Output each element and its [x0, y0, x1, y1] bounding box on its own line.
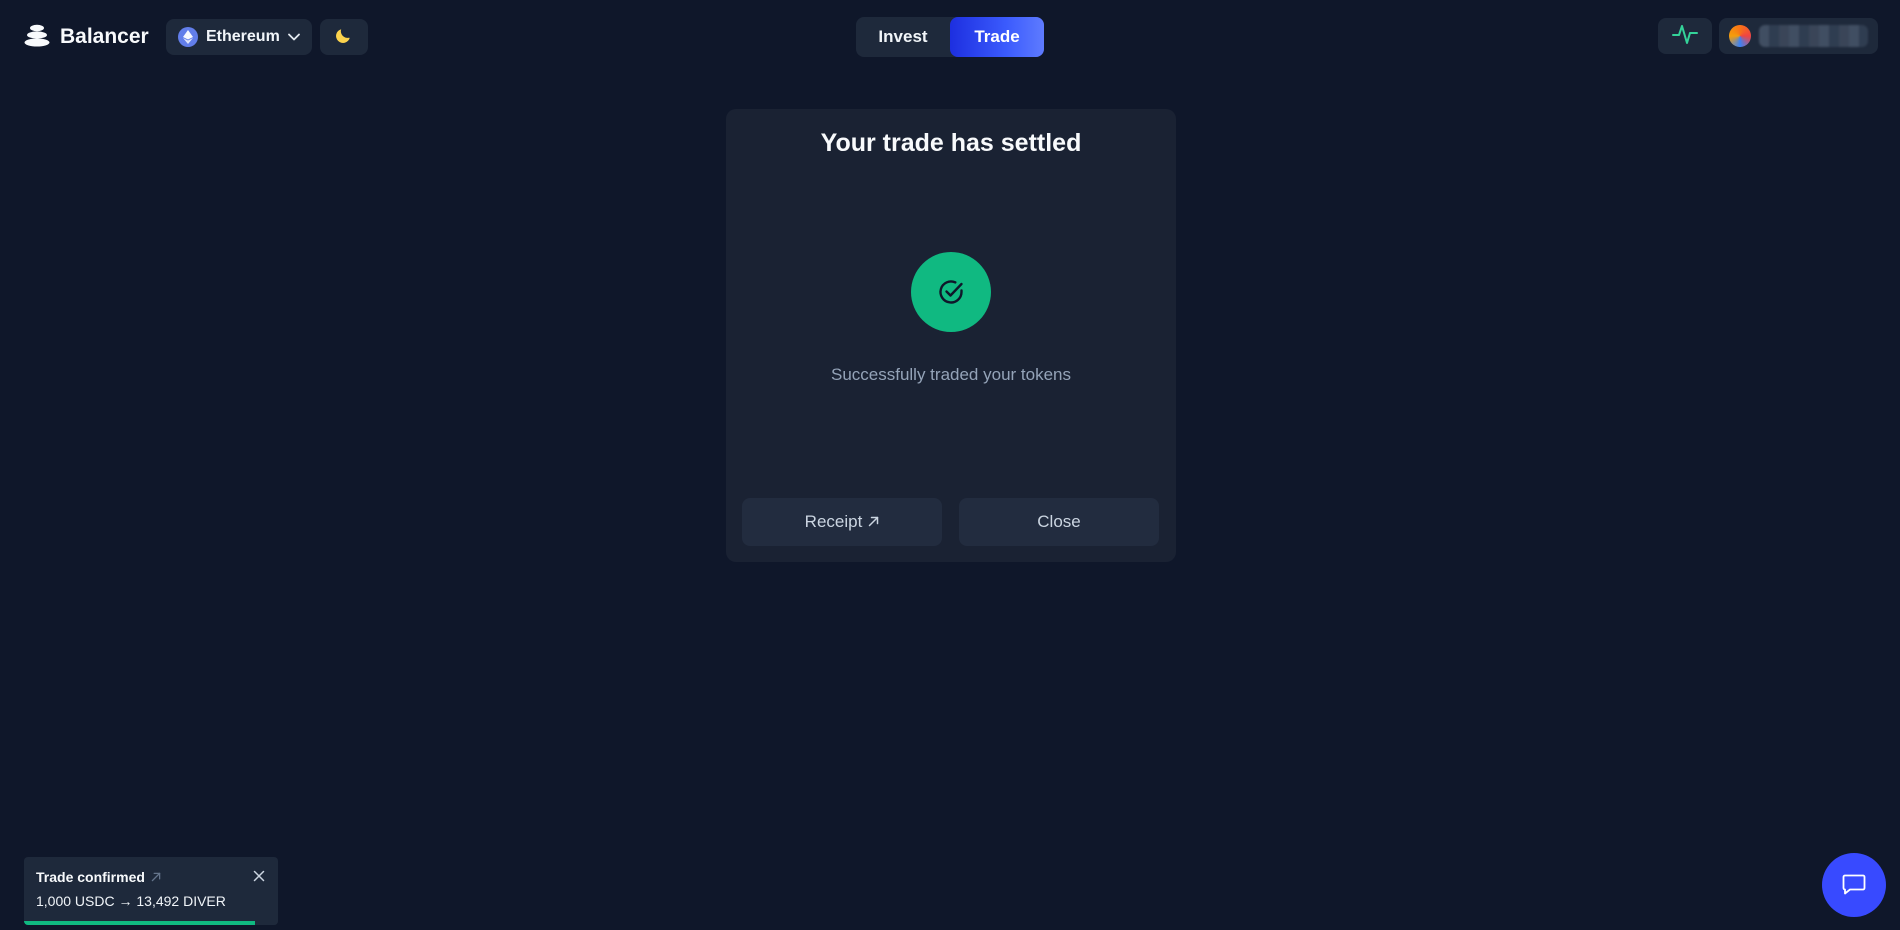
chevron-down-icon — [287, 28, 300, 46]
chat-bubble-icon — [1841, 870, 1867, 901]
top-nav: Balancer Ethereum Invest Trade — [0, 0, 1900, 74]
arrow-up-right-icon[interactable] — [151, 869, 161, 885]
close-button[interactable]: Close — [959, 498, 1159, 546]
toast-title-row: Trade confirmed — [36, 869, 161, 885]
brand-logo[interactable]: Balancer — [24, 20, 149, 54]
toast-progress-track — [24, 921, 278, 925]
theme-toggle-button[interactable] — [320, 19, 368, 55]
toast-progress-fill — [24, 921, 256, 925]
toast-title: Trade confirmed — [36, 869, 145, 885]
chat-button[interactable] — [1822, 853, 1886, 917]
avatar — [1729, 25, 1751, 47]
close-label: Close — [1037, 512, 1081, 531]
modal-title: Your trade has settled — [820, 129, 1082, 157]
activity-button[interactable] — [1658, 18, 1712, 54]
toast-body: 1,000 USDC → 13,492 DIVER — [36, 893, 226, 909]
account-button[interactable] — [1719, 18, 1878, 54]
brand-name: Balancer — [60, 25, 149, 48]
mode-tabs: Invest Trade — [856, 17, 1044, 57]
trade-settled-modal: Your trade has settled Successfully trad… — [726, 109, 1176, 562]
arrow-up-right-icon — [868, 512, 879, 532]
close-icon[interactable] — [250, 867, 268, 885]
network-label: Ethereum — [206, 28, 280, 45]
balancer-logo-icon — [24, 22, 50, 53]
activity-pulse-icon — [1672, 22, 1698, 51]
success-message: Successfully traded your tokens — [830, 365, 1071, 384]
trade-confirmed-toast[interactable]: Trade confirmed 1,000 USDC → 13,492 DIVE… — [24, 857, 278, 925]
wallet-address-redacted — [1758, 25, 1868, 47]
tab-trade[interactable]: Trade — [950, 17, 1044, 57]
network-selector[interactable]: Ethereum — [166, 19, 312, 55]
ethereum-icon — [178, 27, 198, 47]
tab-invest[interactable]: Invest — [856, 17, 950, 57]
receipt-button[interactable]: Receipt — [742, 498, 942, 546]
moon-icon — [334, 25, 354, 50]
receipt-label: Receipt — [804, 512, 863, 531]
check-circle-icon — [911, 252, 991, 332]
